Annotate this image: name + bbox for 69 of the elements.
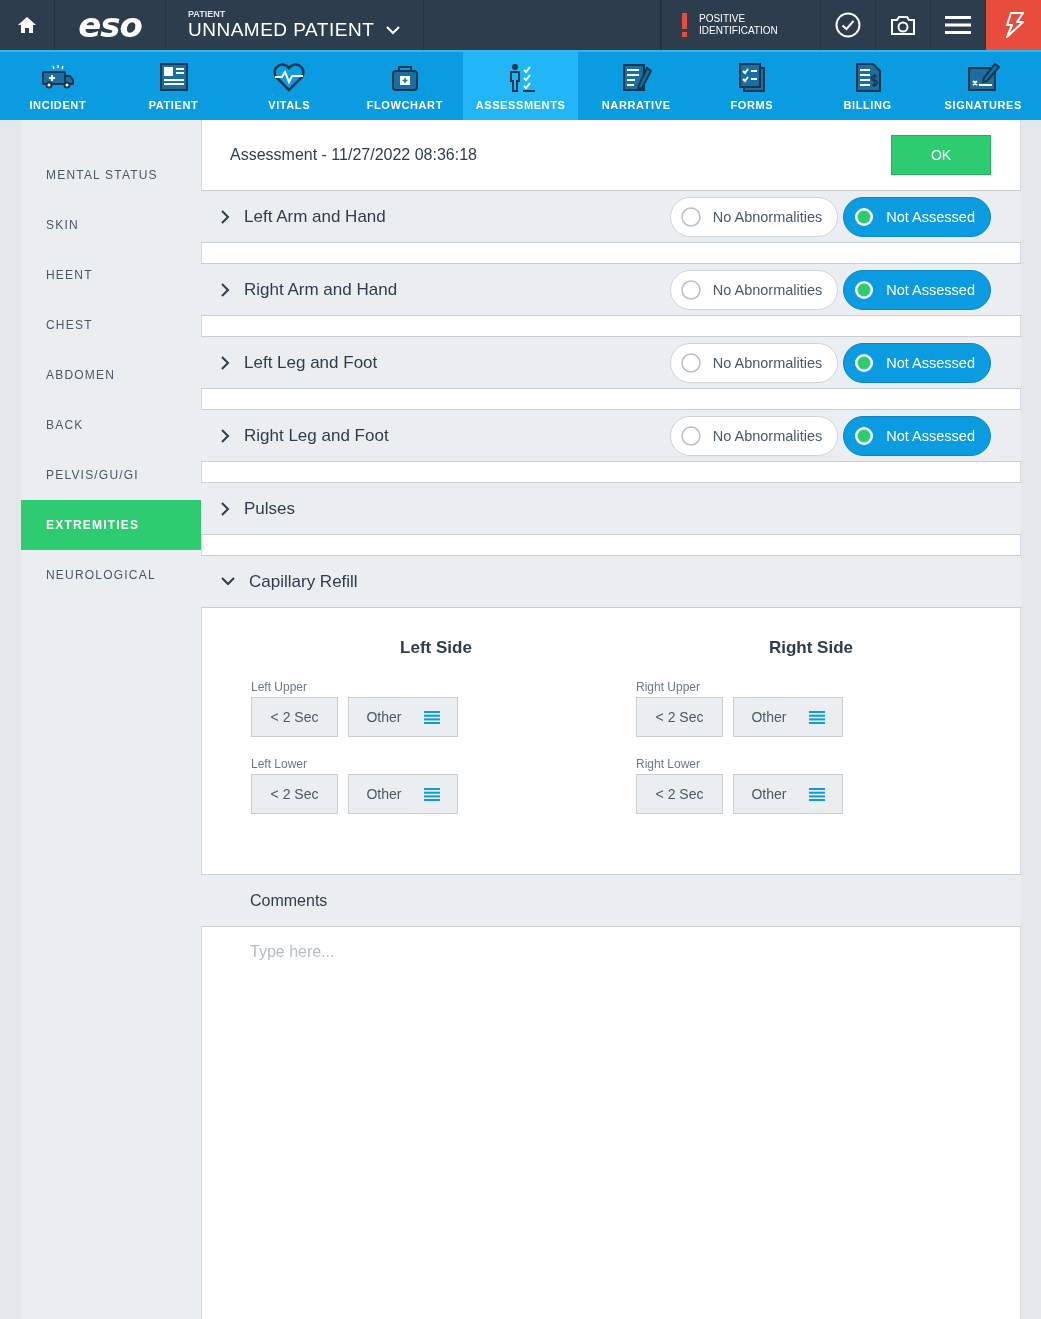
section-header[interactable]: Left Leg and Foot No Abnormalities Not Assessed xyxy=(201,336,1021,389)
section-title: Capillary Refill xyxy=(249,571,359,592)
chevron-down-icon xyxy=(221,577,235,586)
choice-button[interactable]: < 2 Sec xyxy=(636,774,723,814)
chevron-right-icon xyxy=(221,501,230,516)
chevron-right-icon xyxy=(221,355,230,370)
list-icon xyxy=(808,710,825,724)
section-header[interactable]: Capillary Refill xyxy=(201,555,1021,608)
radio-empty-icon xyxy=(680,352,701,373)
choice-button[interactable]: < 2 Sec xyxy=(636,697,723,737)
chevron-down-icon[interactable] xyxy=(386,25,401,35)
list-icon xyxy=(423,787,440,801)
sidebar-item[interactable]: SKIN xyxy=(21,200,201,250)
sidebar-item[interactable]: MENTAL STATUS xyxy=(21,150,201,200)
radio-selected-icon xyxy=(854,352,875,373)
chevron-right-icon xyxy=(221,209,230,224)
comments-field[interactable]: Type here... xyxy=(201,927,1021,1319)
section-title: Left Arm and Hand xyxy=(244,206,387,227)
section-title: Left Leg and Foot xyxy=(244,352,379,373)
field-label: Left Lower xyxy=(251,757,309,771)
choice-button[interactable]: Other xyxy=(733,774,843,814)
radio-option[interactable]: No Abnormalities xyxy=(669,196,839,237)
chevron-right-icon xyxy=(221,282,230,297)
section-title: Pulses xyxy=(244,498,297,519)
radio-selected-icon xyxy=(854,425,875,446)
sidebar-item[interactable]: HEENT xyxy=(21,250,201,300)
sidebar-item[interactable]: PELVIS/GU/GI xyxy=(21,450,201,500)
chevron-right-icon xyxy=(221,428,230,443)
exclamation-icon xyxy=(682,13,687,37)
radio-option[interactable]: No Abnormalities xyxy=(669,342,839,383)
section-header[interactable]: Left Arm and Hand No Abnormalities Not Assessed xyxy=(201,191,1021,243)
radio-empty-icon xyxy=(680,206,701,227)
alert-text[interactable]: POSITIVE IDENTIFICATION xyxy=(699,13,789,37)
field-label: Right Lower xyxy=(636,757,702,771)
sidebar-item[interactable]: NEUROLOGICAL xyxy=(21,550,201,600)
sidebar-item[interactable]: ABDOMEN xyxy=(21,350,201,400)
section-header[interactable]: Right Leg and Foot No Abnormalities Not Assessed xyxy=(201,409,1021,462)
choice-button[interactable]: Other xyxy=(348,697,458,737)
section-title: Right Leg and Foot xyxy=(244,425,390,446)
radio-selected-icon xyxy=(854,279,875,300)
assessment-title: Assessment - 11/27/2022 08:36:18 xyxy=(230,146,477,164)
patient-name[interactable]: UNNAMED PATIENT xyxy=(188,19,375,41)
choice-button[interactable]: < 2 Sec xyxy=(251,774,338,814)
field-label: Left Upper xyxy=(251,680,309,694)
radio-selected-icon xyxy=(854,206,875,227)
check-circle-icon[interactable] xyxy=(835,12,861,38)
sidebar-item[interactable]: CHEST xyxy=(21,300,201,350)
radio-empty-icon xyxy=(680,425,701,446)
home-icon[interactable] xyxy=(17,15,37,35)
choice-button[interactable]: Other xyxy=(733,697,843,737)
side-heading: Left Side xyxy=(399,638,473,658)
radio-option[interactable]: No Abnormalities xyxy=(669,415,839,456)
list-icon xyxy=(423,710,440,724)
list-icon xyxy=(808,787,825,801)
signature-icon xyxy=(965,62,1002,93)
sidebar-item[interactable]: BACK xyxy=(21,400,201,450)
radio-option[interactable]: No Abnormalities xyxy=(669,269,839,310)
comments-header: Comments xyxy=(201,874,1021,927)
choice-button[interactable]: Other xyxy=(348,774,458,814)
menu-icon[interactable] xyxy=(945,16,971,34)
section-header[interactable]: Pulses xyxy=(201,482,1021,535)
camera-icon[interactable] xyxy=(890,14,916,36)
radio-empty-icon xyxy=(680,279,701,300)
side-heading: Right Side xyxy=(767,638,855,658)
section-header[interactable]: Right Arm and Hand No Abnormalities Not Assessed xyxy=(201,263,1021,316)
field-label: Right Upper xyxy=(636,680,702,694)
choice-button[interactable]: < 2 Sec xyxy=(251,697,338,737)
section-title: Right Arm and Hand xyxy=(244,279,399,300)
patient-label: PATIENT xyxy=(188,9,226,19)
